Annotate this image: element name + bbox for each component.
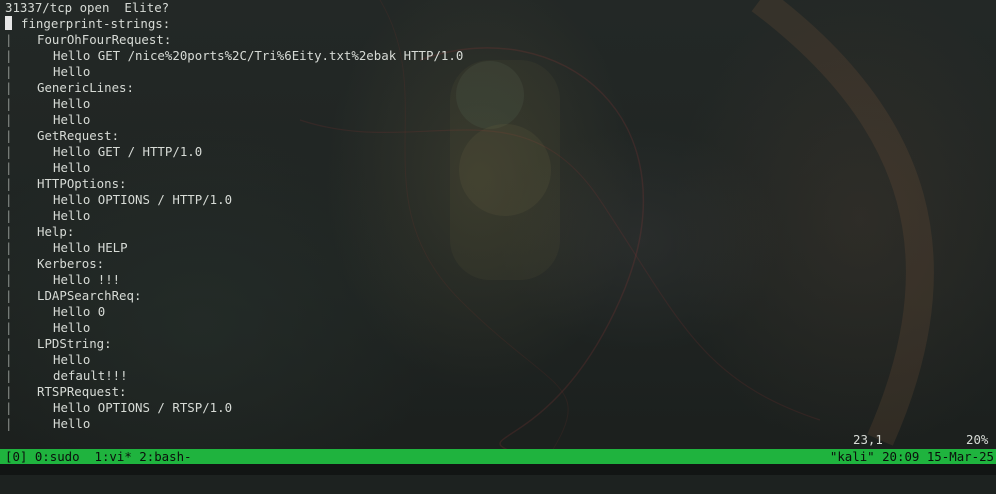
terminal-output[interactable]: 31337/tcp open Elite? fingerprint-string… [5, 0, 996, 447]
terminal-line: | Help: [5, 224, 996, 240]
tree-gutter: | [5, 32, 13, 47]
tmux-host-clock: "kali" 20:09 15-Mar-25 [829, 449, 994, 464]
terminal-line-text: Hello !!! [53, 272, 121, 287]
terminal-line-text: RTSPRequest: [37, 384, 127, 399]
tree-gutter: | [5, 320, 13, 335]
tree-gutter: | [5, 272, 13, 287]
tree-gutter: | [5, 336, 13, 351]
terminal-line-text: HTTPOptions: [37, 176, 127, 191]
tree-gutter: | [5, 288, 13, 303]
terminal-line-text: LDAPSearchReq: [37, 288, 142, 303]
tree-gutter: | [5, 416, 13, 431]
tree-gutter: | [5, 80, 13, 95]
text-cursor [5, 16, 12, 30]
terminal-line-text: fingerprint-strings: [21, 16, 171, 31]
tree-gutter: | [5, 208, 13, 223]
terminal-line-text: Hello GET / HTTP/1.0 [53, 144, 203, 159]
terminal-line: | LPDString: [5, 336, 996, 352]
terminal-line: | Kerberos: [5, 256, 996, 272]
tree-gutter: | [5, 48, 13, 63]
terminal-line-text: Hello [53, 112, 91, 127]
tree-gutter: | [5, 176, 13, 191]
terminal-line-text: Hello [53, 208, 91, 223]
terminal-line: | Hello HELP [5, 240, 996, 256]
terminal-line: | Hello GET /nice%20ports%2C/Tri%6Eity.tx… [5, 48, 996, 64]
terminal-line-text: Hello [53, 352, 91, 367]
terminal-line: | default!!! [5, 368, 996, 384]
terminal-line-text: default!!! [53, 368, 128, 383]
terminal-line-text: Hello [53, 320, 91, 335]
tree-gutter: | [5, 96, 13, 111]
terminal-line: | Hello [5, 208, 996, 224]
tree-gutter: | [5, 240, 13, 255]
terminal-line: | Hello [5, 416, 996, 432]
tree-gutter: | [5, 256, 13, 271]
tree-gutter: | [5, 384, 13, 399]
terminal-header-line: 31337/tcp open Elite? [5, 0, 170, 15]
terminal-line: | Hello [5, 352, 996, 368]
terminal-line: | LDAPSearchReq: [5, 288, 996, 304]
terminal-line: fingerprint-strings: [5, 16, 996, 32]
terminal-line-text: GenericLines: [37, 80, 134, 95]
terminal-line: | Hello GET / HTTP/1.0 [5, 144, 996, 160]
terminal-line-text: Hello [53, 96, 91, 111]
terminal-line: | GetRequest: [5, 128, 996, 144]
terminal-line-text: Help: [37, 224, 75, 239]
terminal-line-text: GetRequest: [37, 128, 120, 143]
tree-gutter: | [5, 352, 13, 367]
tree-gutter: | [5, 400, 13, 415]
tree-gutter: | [5, 304, 13, 319]
vim-scroll-percent: 20% [966, 432, 989, 447]
terminal-line-text: Hello HELP [53, 240, 128, 255]
tree-gutter: | [5, 192, 13, 207]
terminal-line-text: FourOhFourRequest: [37, 32, 172, 47]
tree-gutter: | [5, 64, 13, 79]
terminal-line: | Hello OPTIONS / RTSP/1.0 [5, 400, 996, 416]
terminal-line: | Hello !!! [5, 272, 996, 288]
terminal-line-text: Hello [53, 160, 91, 175]
tree-gutter: | [5, 144, 13, 159]
tree-gutter: | [5, 112, 13, 127]
tree-gutter: | [5, 368, 13, 383]
terminal-line-text: Hello OPTIONS / HTTP/1.0 [53, 192, 233, 207]
terminal-line-text: Kerberos: [37, 256, 105, 271]
terminal-line-text: Hello [53, 64, 91, 79]
terminal-line: | GenericLines: [5, 80, 996, 96]
vim-cursor-position: 23,1 [853, 432, 883, 447]
terminal-line: | HTTPOptions: [5, 176, 996, 192]
terminal-line: | Hello 0 [5, 304, 996, 320]
tree-gutter: | [5, 160, 13, 175]
terminal-line-text: Hello 0 [53, 304, 106, 319]
terminal-line-text: Hello GET /nice%20ports%2C/Tri%6Eity.txt… [53, 48, 464, 63]
tmux-window-list[interactable]: [0] 0:sudo 1:vi* 2:bash- [5, 449, 192, 464]
tree-gutter: | [5, 128, 13, 143]
terminal-line: | Hello [5, 96, 996, 112]
nmap-fingerprint-block: fingerprint-strings: | FourOhFourRequest: |… [5, 16, 996, 432]
terminal-line-text: LPDString: [37, 336, 112, 351]
terminal-bottom-strip [0, 464, 996, 475]
terminal-line-text: Hello OPTIONS / RTSP/1.0 [53, 400, 233, 415]
terminal-line: | Hello OPTIONS / HTTP/1.0 [5, 192, 996, 208]
terminal-line: | Hello [5, 112, 996, 128]
terminal-line: | Hello [5, 320, 996, 336]
terminal-line: | Hello [5, 160, 996, 176]
terminal-line: | Hello [5, 64, 996, 80]
terminal-line: | RTSPRequest: [5, 384, 996, 400]
terminal-line: | FourOhFourRequest: [5, 32, 996, 48]
tree-gutter: | [5, 224, 13, 239]
tmux-status-bar: [0] 0:sudo 1:vi* 2:bash- "kali" 20:09 15… [0, 449, 996, 464]
terminal-line-text: Hello [53, 416, 91, 431]
